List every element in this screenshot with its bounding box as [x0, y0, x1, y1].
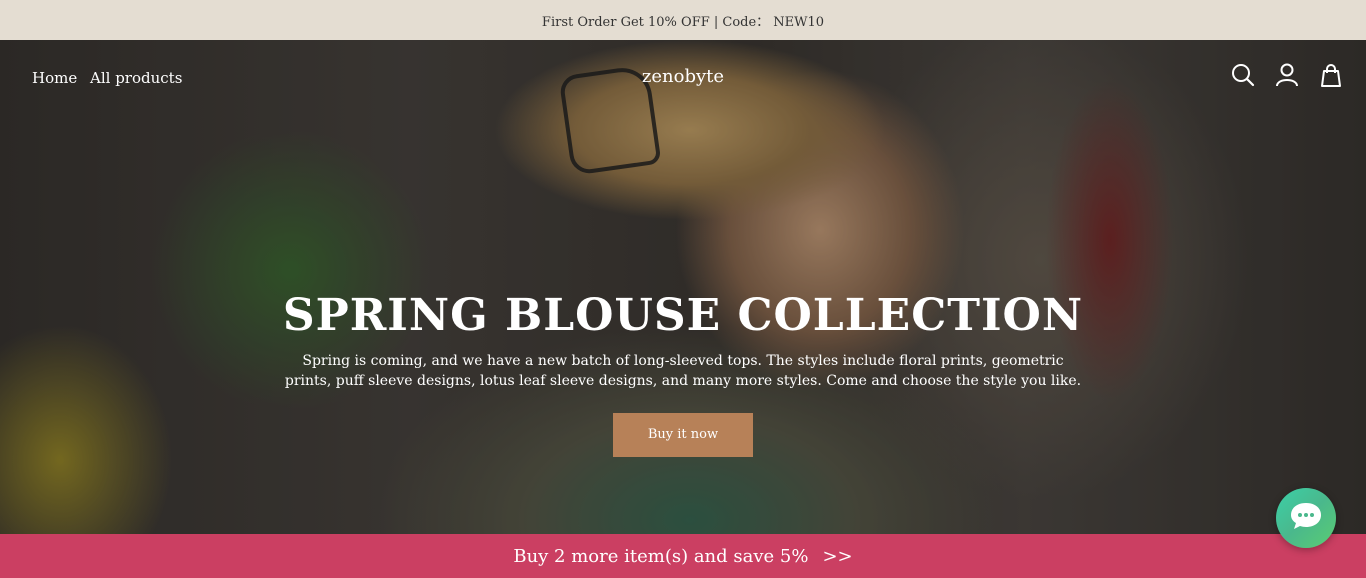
hero-description: Spring is coming, and we have a new batc…: [284, 353, 1082, 389]
buy-now-button[interactable]: Buy it now: [613, 413, 753, 457]
site-logo[interactable]: zenobyte: [0, 66, 1366, 87]
announcement-text: First Order Get 10% OFF | Code： NEW10: [541, 14, 825, 30]
search-icon[interactable]: [1230, 62, 1256, 88]
promo-text: Buy 2 more item(s) and save 5%: [513, 545, 809, 567]
hero-title: SPRING BLOUSE COLLECTION: [282, 290, 1084, 341]
announcement-bar: First Order Get 10% OFF | Code： NEW10: [0, 0, 1366, 40]
header-nav: Home All products zenobyte: [0, 40, 1366, 116]
promo-arrow: >>: [822, 545, 853, 567]
header-icons: [1230, 62, 1344, 88]
chat-icon: [1289, 501, 1323, 535]
account-icon[interactable]: [1274, 62, 1300, 88]
promo-bar[interactable]: Buy 2 more item(s) and save 5% >>: [0, 534, 1366, 578]
cart-icon[interactable]: [1318, 62, 1344, 88]
hero-content: SPRING BLOUSE COLLECTION Spring is comin…: [0, 290, 1366, 457]
chat-button[interactable]: [1276, 488, 1336, 548]
